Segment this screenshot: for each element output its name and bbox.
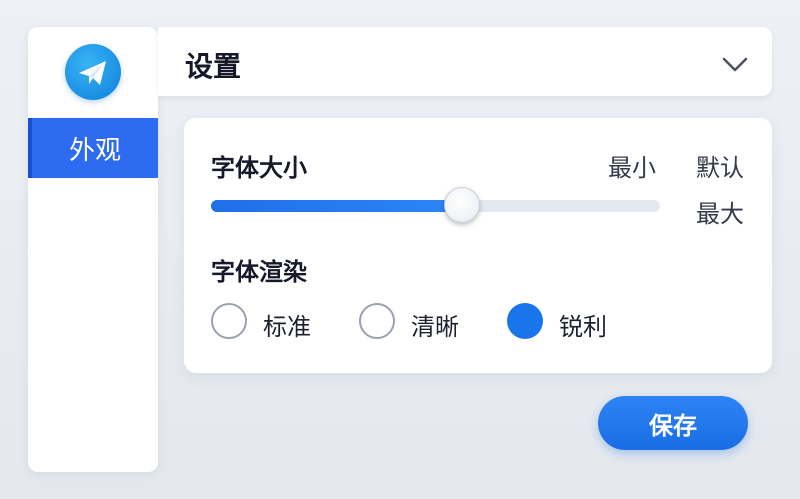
chevron-down-icon[interactable] <box>720 52 750 76</box>
slider-min-label: 最小 <box>608 154 656 182</box>
sidebar-item-appearance[interactable]: 外观 <box>28 118 158 178</box>
radio-clear[interactable] <box>359 303 395 339</box>
header: 设置 <box>158 27 772 97</box>
slider-fill <box>211 200 463 212</box>
settings-card: 字体大小 最小 默认 最大 字体渲染 标准 清晰 锐利 <box>184 118 772 373</box>
slider-max-label: 最大 <box>696 200 744 228</box>
font-rendering-label: 字体渲染 <box>211 258 307 286</box>
radio-sharp-label[interactable]: 锐利 <box>559 307 607 342</box>
save-button-label: 保存 <box>649 411 697 440</box>
radio-clear-label[interactable]: 清晰 <box>411 307 459 342</box>
page-title: 设置 <box>185 50 242 83</box>
paper-plane-icon <box>65 44 121 100</box>
sidebar: 外观 <box>28 27 158 472</box>
sidebar-item-label: 外观 <box>68 135 121 166</box>
save-button[interactable]: 保存 <box>598 396 748 450</box>
font-size-slider[interactable] <box>211 200 660 212</box>
slider-default-label: 默认 <box>696 154 744 182</box>
radio-sharp[interactable] <box>507 303 543 339</box>
radio-standard[interactable] <box>211 303 247 339</box>
radio-standard-label[interactable]: 标准 <box>263 307 311 342</box>
font-size-label: 字体大小 <box>211 154 307 182</box>
slider-thumb[interactable] <box>444 187 481 223</box>
